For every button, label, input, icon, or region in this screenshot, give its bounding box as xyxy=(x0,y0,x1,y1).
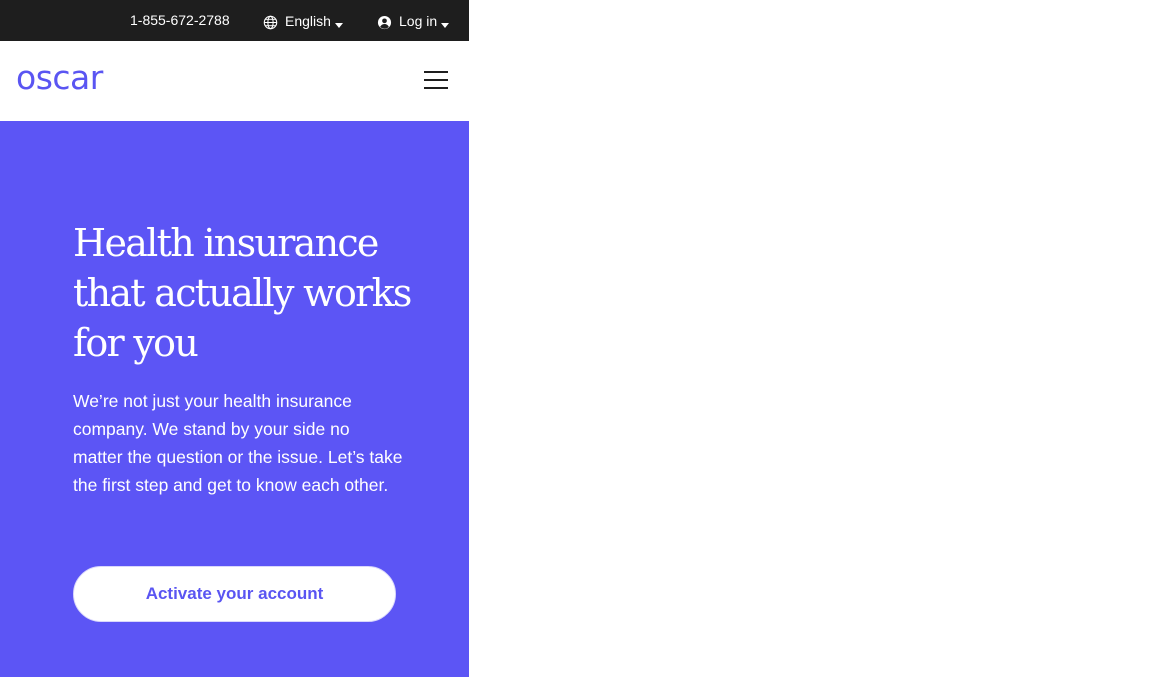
chevron-down-icon xyxy=(334,22,343,28)
hero-description: We’re not just your health insurance com… xyxy=(73,391,403,495)
phone-number-link[interactable]: 1-855-672-2788 xyxy=(130,12,230,30)
language-selector[interactable]: English xyxy=(263,11,343,31)
menu-line xyxy=(424,71,448,73)
hero-section: Health insurance that actually works for… xyxy=(0,121,469,677)
hamburger-menu-button[interactable] xyxy=(421,68,451,92)
hero-title: Health insurance that actually works for… xyxy=(73,221,412,365)
login-menu[interactable]: Log in xyxy=(377,11,450,31)
language-label: English xyxy=(285,13,331,29)
globe-icon xyxy=(263,15,278,29)
user-circle-icon xyxy=(377,15,392,29)
utility-bar: 1-855-672-2788 English Log in xyxy=(0,0,469,41)
oscar-logo[interactable]: oscar xyxy=(16,58,103,98)
login-label: Log in xyxy=(399,13,438,29)
menu-line xyxy=(424,87,448,89)
page-viewport: 1-855-672-2788 English Log in oscar Heal… xyxy=(0,0,469,677)
site-header: oscar xyxy=(0,41,469,121)
chevron-down-icon xyxy=(441,22,450,28)
menu-line xyxy=(424,79,448,81)
activate-account-button[interactable]: Activate your account xyxy=(73,566,396,622)
